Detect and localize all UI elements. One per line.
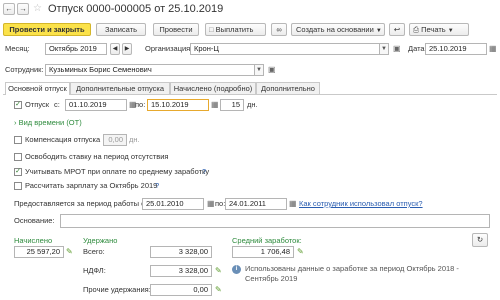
period-label: Предоставляется за период работы с: <box>14 199 147 208</box>
print-button[interactable]: ⎙ Печать ▼ <box>409 23 469 36</box>
info-icon: i <box>232 265 241 274</box>
employee-field[interactable]: Кузьминых Борис Семенович <box>45 64 255 76</box>
tab-bar-line <box>3 94 497 95</box>
pay-button[interactable]: □ Выплатить <box>205 23 266 36</box>
create-based-button[interactable]: Создать на основании ▼ <box>291 23 385 36</box>
compensation-label: Компенсация отпуска <box>25 135 101 144</box>
tab-main-vacation[interactable]: Основной отпуск <box>5 82 70 95</box>
release-rate-checkbox[interactable] <box>14 153 22 161</box>
earnings-info-text: Использованы данные о заработке за перио… <box>245 264 459 283</box>
edit-icon[interactable]: ✎ <box>66 247 73 257</box>
tab-additional[interactable]: Дополнительно <box>256 82 320 94</box>
withheld-label: Удержано <box>83 236 118 245</box>
save-button[interactable]: Записать <box>96 23 146 36</box>
calendar-icon[interactable]: ▦ <box>207 199 215 209</box>
calc-salary-help-icon[interactable]: ? <box>155 181 159 191</box>
calendar-icon[interactable]: ▦ <box>489 44 497 54</box>
attach-button[interactable]: ↩ <box>389 23 405 36</box>
to-label: по: <box>135 100 146 109</box>
vacation-checkbox[interactable]: ✓ <box>14 101 22 109</box>
refresh-button[interactable]: ↻ <box>472 233 488 247</box>
release-rate-label: Освободить ставку на период отсутствия <box>25 152 169 161</box>
period-from-field[interactable]: 25.01.2010 <box>142 198 204 210</box>
post-button[interactable]: Провести <box>153 23 199 36</box>
create-based-label: Создать на основании <box>296 25 374 34</box>
compensation-days-field[interactable]: 0,00 <box>103 134 127 146</box>
month-next-button[interactable]: ▶ <box>122 43 132 55</box>
date-label: Дата: <box>408 44 427 53</box>
time-kind-link[interactable]: › Вид времени (ОТ) <box>14 118 82 128</box>
employee-open-icon[interactable]: ▣ <box>268 65 276 75</box>
tab-accrued-details[interactable]: Начислено (подробно) <box>170 82 256 94</box>
print-button-label: Печать <box>421 25 446 34</box>
pay-button-label: Выплатить <box>215 25 254 34</box>
month-field[interactable]: Октябрь 2019 <box>45 43 107 55</box>
document-icon: □ <box>209 25 214 34</box>
calc-salary-label: Рассчитать зарплату за Октябрь 2019 <box>25 181 158 190</box>
back-button[interactable]: ← <box>3 3 15 15</box>
window-title: Отпуск 0000-000005 от 25.10.2019 <box>48 3 224 15</box>
refresh-icon: ↻ <box>476 235 484 244</box>
mrot-label: Учитывать МРОТ при оплате по среднему за… <box>25 167 210 176</box>
other-withheld-label: Прочие удержания: <box>83 285 151 294</box>
tab-additional-vacations[interactable]: Дополнительные отпуска <box>70 82 170 94</box>
vacation-label: Отпуск <box>25 100 50 109</box>
compensation-checkbox[interactable] <box>14 136 22 144</box>
printer-icon: ⎙ <box>413 25 419 34</box>
time-kind-label: Вид времени (ОТ) <box>18 118 82 127</box>
mrot-help-icon[interactable]: ? <box>202 167 206 177</box>
paperclip-icon: ↩ <box>393 25 401 34</box>
employee-dropdown-button[interactable]: ▼ <box>255 64 264 76</box>
post-and-close-button[interactable]: Провести и закрыть <box>3 23 91 36</box>
org-field[interactable]: Крон-Ц <box>190 43 380 55</box>
mrot-checkbox[interactable]: ✓ <box>14 168 22 176</box>
org-label: Организация: <box>145 44 193 53</box>
other-withheld-field[interactable]: 0,00 <box>150 284 212 296</box>
link-icon: ∞ <box>276 25 282 34</box>
from-label: с: <box>54 100 60 109</box>
basis-label: Основание: <box>14 216 55 225</box>
employee-label: Сотрудник: <box>5 65 44 74</box>
days-unit: дн. <box>247 100 258 109</box>
vacation-used-link[interactable]: Как сотрудник использовал отпуск? <box>299 199 423 209</box>
edit-icon[interactable]: ✎ <box>297 247 304 257</box>
total-field[interactable]: 3 328,00 <box>150 246 212 258</box>
org-open-icon[interactable]: ▣ <box>393 44 401 54</box>
calendar-icon[interactable]: ▦ <box>211 100 219 110</box>
month-label: Месяц: <box>5 44 30 53</box>
date-field[interactable]: 25.10.2019 <box>425 43 487 55</box>
chevron-right-icon: › <box>14 118 17 127</box>
edit-icon[interactable]: ✎ <box>215 266 222 276</box>
accrued-field[interactable]: 25 597,20 <box>14 246 64 258</box>
avg-earnings-field[interactable]: 1 706,48 <box>232 246 294 258</box>
calc-salary-checkbox[interactable] <box>14 182 22 190</box>
total-label: Всего: <box>83 247 105 256</box>
compensation-unit: дн. <box>129 135 140 144</box>
link-button[interactable]: ∞ <box>271 23 287 36</box>
edit-icon[interactable]: ✎ <box>215 285 222 295</box>
accrued-label: Начислено <box>14 236 53 245</box>
ndfl-label: НДФЛ: <box>83 266 106 275</box>
period-to-label: по: <box>215 199 226 208</box>
month-prev-button[interactable]: ◀ <box>110 43 120 55</box>
ndfl-field[interactable]: 3 328,00 <box>150 265 212 277</box>
vacation-to-field[interactable]: 15.10.2019 <box>147 99 209 111</box>
basis-field[interactable] <box>60 214 490 228</box>
vacation-days-field[interactable]: 15 <box>220 99 244 111</box>
avg-earnings-label: Средний заработок: <box>232 236 302 245</box>
favorite-star-icon[interactable]: ☆ <box>33 4 42 14</box>
vacation-from-field[interactable]: 01.10.2019 <box>65 99 127 111</box>
org-dropdown-button[interactable]: ▼ <box>380 43 389 55</box>
forward-button[interactable]: → <box>17 3 29 15</box>
period-to-field[interactable]: 24.01.2011 <box>225 198 287 210</box>
calendar-icon[interactable]: ▦ <box>289 199 297 209</box>
chevron-down-icon: ▼ <box>375 28 382 34</box>
chevron-down-icon: ▼ <box>447 28 454 34</box>
